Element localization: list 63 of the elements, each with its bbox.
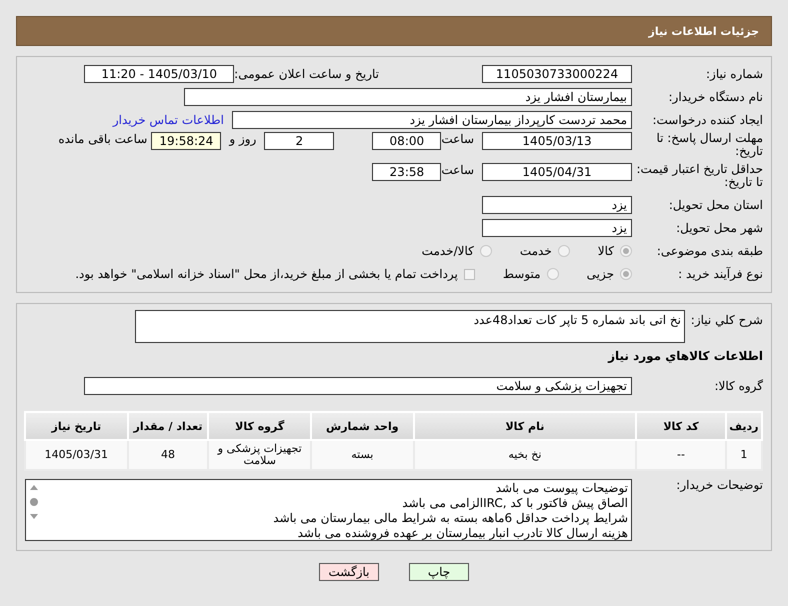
announce-date-field: 1405/03/10 - 11:20 — [84, 65, 234, 83]
field-label: شماره نیاز: — [705, 68, 764, 80]
time-field: 08:00 — [372, 132, 442, 150]
column-header: تعداد / مقدار — [128, 412, 208, 440]
table-cell: -- — [636, 440, 726, 470]
column-header: واحد شمارش — [311, 412, 414, 440]
remaining-time-field: 19:58:24 — [151, 132, 222, 150]
description-field: نخ اتی باند شماره 5 تاپر کات تعداد48عدد — [135, 310, 685, 343]
buyer-notes-field: توضیحات پیوست می باشد الصاق پیش فاکتور با کد ,IRCالزامی می باشد شرایط پرداخت حداقل 6ماهه بسته به شرایط مالی بیمارستان می باشد هزینه ارسال کالا تادرب انبار بیمارستان بر عهده فروشنده می باشد — [25, 479, 632, 541]
field-label: شهر محل تحویل: — [675, 222, 764, 234]
radio-label: متوسط — [502, 267, 541, 281]
radio-label: خدمت — [520, 244, 552, 258]
page-header: جزئیات اطلاعات نیاز — [16, 16, 772, 46]
radio-button[interactable] — [558, 245, 570, 257]
print-button[interactable]: چاپ — [409, 563, 469, 581]
field-label: طبقه بندی موضوعی: — [656, 244, 764, 258]
time-label: ساعت — [441, 132, 474, 146]
table-cell: نخ بخیه — [414, 440, 636, 470]
table-cell: بسته — [311, 440, 414, 470]
table-cell: 1405/03/31 — [25, 440, 128, 470]
table-cell: 48 — [128, 440, 208, 470]
buyer-field: بیمارستان افشار یزد — [184, 88, 632, 106]
section-heading: اطلاعات کالاهاي مورد نياز — [606, 349, 763, 363]
column-header: ردیف — [726, 412, 762, 440]
radio-label: کالا — [598, 244, 614, 258]
days-field: 2 — [264, 132, 334, 150]
field-label: استان محل تحویل: — [668, 198, 764, 212]
field-label: نام دستگاه خریدار: — [668, 90, 764, 104]
column-header: گروه کالا — [208, 412, 311, 440]
field-label: شرح کلي نياز: — [690, 312, 764, 327]
date-field: 1405/04/31 — [482, 163, 632, 181]
field-label: تاریخ و ساعت اعلان عمومی: — [234, 67, 379, 81]
city-field: یزد — [482, 219, 632, 237]
province-field: یزد — [482, 196, 632, 214]
table-cell: تجهیزات پزشکی و سلامت — [208, 440, 311, 470]
radio-button[interactable] — [480, 245, 492, 257]
buyer-contact-link[interactable]: اطلاعات تماس خریدار — [112, 113, 224, 127]
field-label: مهلت ارسال پاسخ: تا تاریخ: — [655, 132, 764, 158]
time-field: 23:58 — [372, 163, 442, 181]
field-label: نوع فرآیند خرید : — [677, 268, 764, 280]
time-label: ساعت — [441, 163, 474, 177]
field-label: حداقل تاریخ اعتبار قیمت: تا تاریخ: — [635, 163, 764, 189]
radio-button[interactable] — [546, 268, 559, 280]
radio-button[interactable] — [620, 245, 632, 257]
checkbox[interactable] — [464, 268, 475, 280]
checkbox-label: پرداخت تمام یا بخشی از مبلغ خرید،از محل "اسناد خزانه اسلامی" خواهد بود. — [75, 267, 458, 281]
table-cell: 1 — [726, 440, 762, 470]
column-header: کد کالا — [636, 412, 726, 440]
field-label: توضیحات خریدار: — [675, 479, 764, 492]
field-label: گروه کالا: — [714, 380, 764, 392]
back-button[interactable]: بازگشت — [319, 563, 379, 581]
column-header: نام کالا — [414, 412, 636, 440]
date-field: 1405/03/13 — [482, 132, 632, 150]
column-header: تاریخ نیاز — [25, 412, 128, 440]
field-label: ایجاد کننده درخواست: — [651, 114, 764, 126]
remaining-label: ساعت باقی مانده — [58, 132, 148, 146]
radio-label: جزیی — [586, 267, 614, 281]
goods-group-field: تجهیزات پزشکی و سلامت — [84, 377, 632, 395]
radio-button[interactable] — [620, 268, 632, 280]
radio-label: کالا/خدمت — [422, 244, 474, 258]
need-number-field: 1105030733000224 — [482, 65, 632, 83]
requester-field: محمد تردست کارپرداز بیمارستان افشار یزد — [232, 111, 632, 129]
days-label: روز و — [229, 132, 256, 146]
